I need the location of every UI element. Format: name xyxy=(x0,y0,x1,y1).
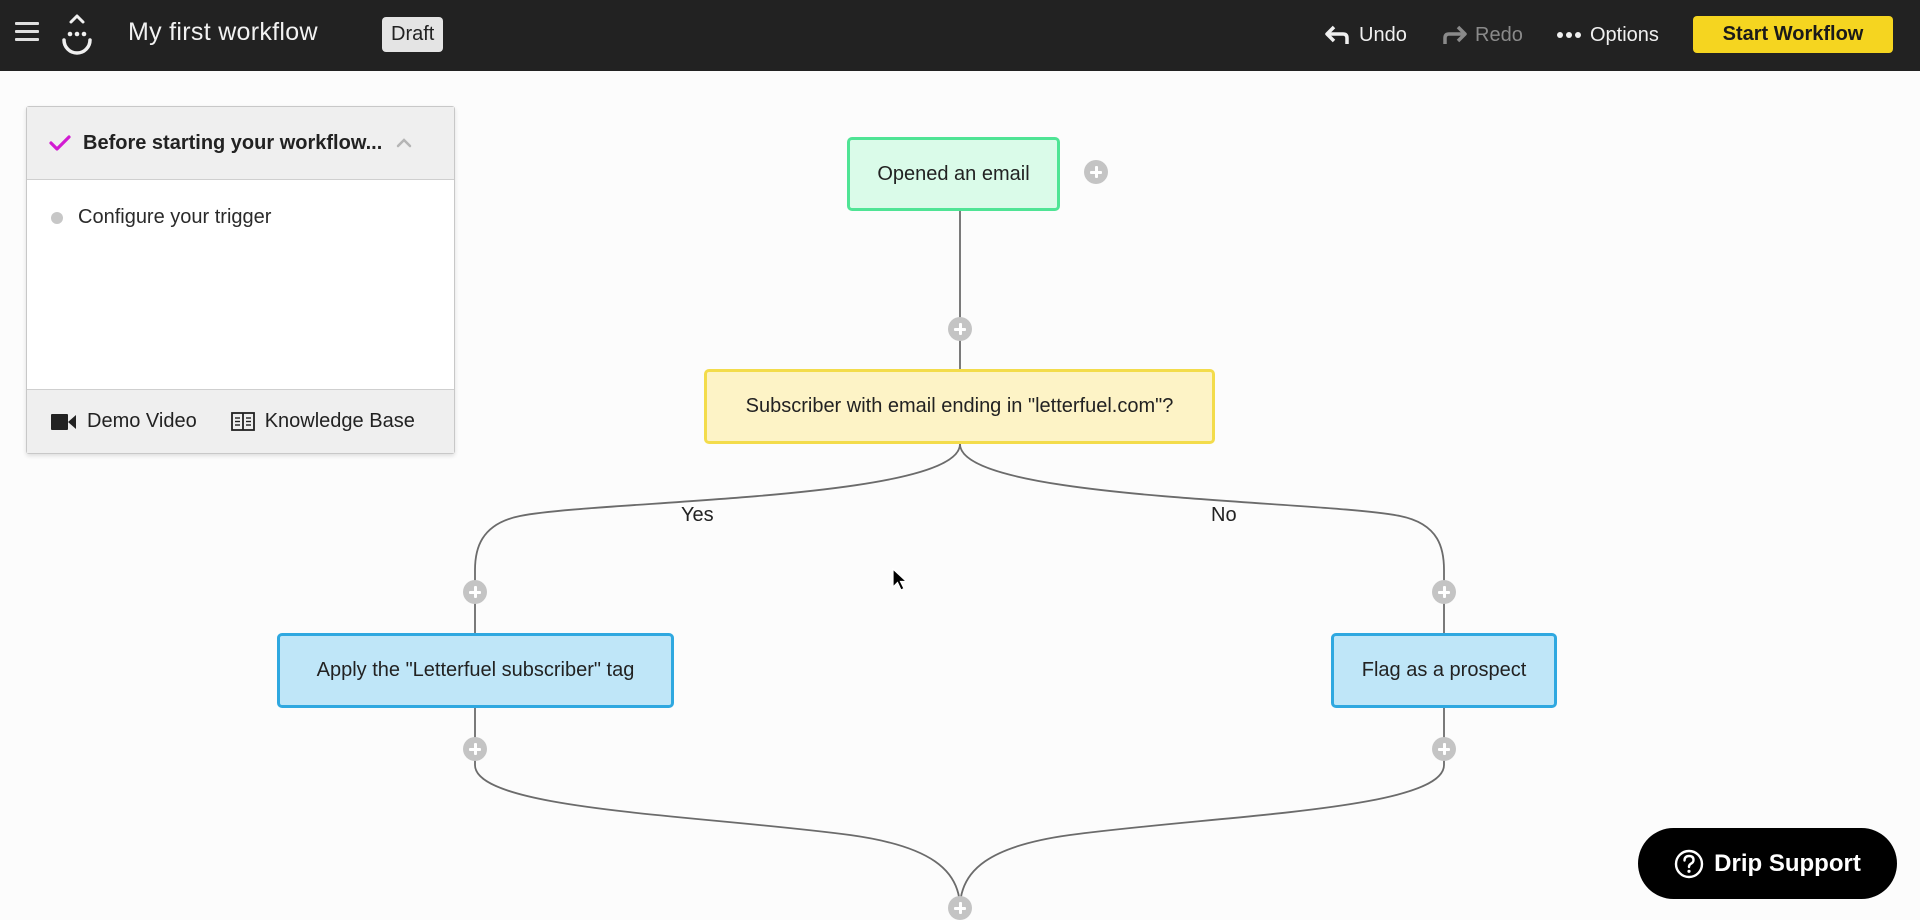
connector-yes-branch xyxy=(474,443,961,633)
hamburger-icon[interactable] xyxy=(15,22,39,44)
action-node-prospect[interactable]: Flag as a prospect xyxy=(1331,633,1557,708)
drip-logo-icon[interactable] xyxy=(60,12,94,56)
more-horizontal-icon xyxy=(1557,32,1581,38)
add-step-button[interactable] xyxy=(1432,737,1456,761)
mouse-cursor-icon xyxy=(892,568,908,591)
checkmark-icon xyxy=(49,135,71,151)
drip-support-button[interactable]: Drip Support xyxy=(1638,828,1897,899)
checklist-item-label: Configure your trigger xyxy=(78,206,272,228)
action-node-tag[interactable]: Apply the "Letterfuel subscriber" tag xyxy=(277,633,674,708)
decision-label: Subscriber with email ending in "letterf… xyxy=(745,395,1174,417)
options-label: Options xyxy=(1590,23,1659,46)
status-dot-icon xyxy=(51,211,63,224)
add-trigger-button[interactable] xyxy=(1084,160,1108,184)
chevron-up-icon[interactable] xyxy=(396,138,412,148)
options-button[interactable]: Options xyxy=(1556,18,1659,52)
knowledge-base-label: Knowledge Base xyxy=(264,410,415,432)
getting-started-panel: Before starting your workflow... Configu… xyxy=(26,106,455,454)
redo-label: Redo xyxy=(1475,23,1523,46)
panel-footer: Demo Video Knowledge Base xyxy=(27,389,454,453)
panel-body: Configure your trigger xyxy=(27,180,454,389)
connector-no-branch xyxy=(959,443,1445,633)
action-label: Apply the "Letterfuel subscriber" tag xyxy=(316,659,635,681)
help-circle-icon xyxy=(1674,849,1704,878)
undo-icon xyxy=(1325,25,1349,44)
undo-button[interactable]: Undo xyxy=(1325,18,1407,52)
panel-title: Before starting your workflow... xyxy=(83,131,383,154)
status-badge: Draft xyxy=(382,17,444,52)
add-step-button[interactable] xyxy=(1432,580,1456,604)
add-step-button[interactable] xyxy=(463,580,487,604)
redo-icon xyxy=(1443,25,1467,44)
knowledge-base-link[interactable]: Knowledge Base xyxy=(230,410,415,433)
trigger-node[interactable]: Opened an email xyxy=(847,137,1060,211)
branch-label-no: No xyxy=(1207,504,1241,527)
demo-video-link[interactable]: Demo Video xyxy=(51,410,197,433)
undo-label: Undo xyxy=(1359,23,1407,46)
redo-button[interactable]: Redo xyxy=(1441,18,1523,52)
connector-no-merge xyxy=(959,708,1445,908)
connector-yes-merge xyxy=(474,708,961,908)
workflow-title[interactable]: My first workflow xyxy=(128,18,318,47)
panel-header[interactable]: Before starting your workflow... xyxy=(27,107,454,180)
book-icon xyxy=(230,411,255,431)
decision-node[interactable]: Subscriber with email ending in "letterf… xyxy=(704,369,1215,444)
top-bar: My first workflow Draft Undo Redo Option… xyxy=(0,0,1920,71)
add-step-button[interactable] xyxy=(948,896,972,920)
add-step-button[interactable] xyxy=(948,317,972,341)
start-workflow-button[interactable]: Start Workflow xyxy=(1693,16,1893,53)
video-camera-icon xyxy=(51,413,76,430)
branch-label-yes: Yes xyxy=(677,504,718,527)
drip-support-label: Drip Support xyxy=(1714,849,1861,877)
action-label: Flag as a prospect xyxy=(1361,659,1527,681)
checklist-item[interactable]: Configure your trigger xyxy=(51,206,454,229)
add-step-button[interactable] xyxy=(463,737,487,761)
trigger-label: Opened an email xyxy=(877,162,1030,185)
demo-video-label: Demo Video xyxy=(87,410,197,432)
